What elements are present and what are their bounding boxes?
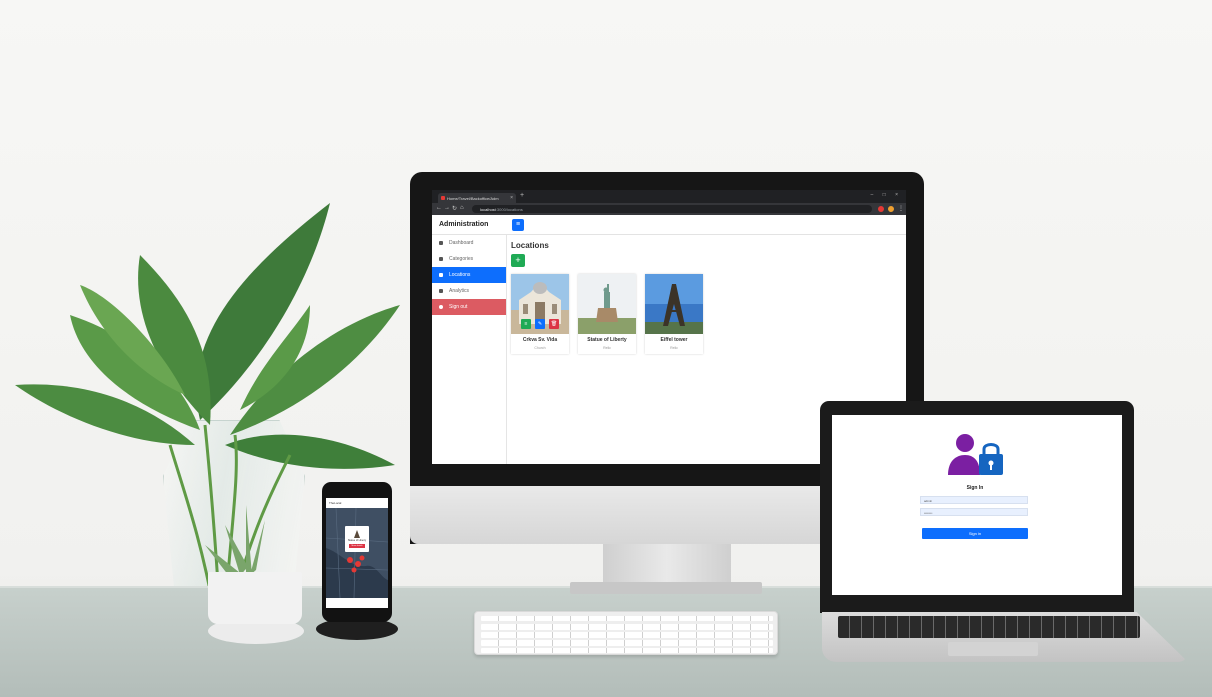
sidebar-item-categories[interactable]: Categories <box>432 251 506 267</box>
browser-tab-bar: Home/Travel/Backoffice/Adm × + – □ × <box>432 190 906 203</box>
more-details-button[interactable]: More details <box>349 544 365 548</box>
popup-title: Statue of Liberty <box>347 539 367 542</box>
back-icon[interactable]: ← <box>436 205 442 211</box>
phone-app-header: TheLocal <box>326 498 388 508</box>
browser-address-bar: ← → ↻ ⌂ localhost:3000/locations ⋮ <box>432 203 906 215</box>
sidebar-item-signout[interactable]: Sign out <box>432 299 506 315</box>
location-name: Crkva Sv. Vida <box>522 337 558 343</box>
sidebar-item-label: Locations <box>449 272 471 278</box>
tab-close-icon[interactable]: × <box>510 195 513 201</box>
phone-screen: TheLocal Statue of Liberty More details <box>326 498 388 608</box>
key-row <box>481 616 773 621</box>
map-popup[interactable]: Statue of Liberty More details <box>345 526 369 552</box>
reload-icon[interactable]: ↻ <box>452 205 457 212</box>
key-row <box>481 648 773 653</box>
location-card[interactable]: Statue of Liberty Relic <box>578 274 636 354</box>
location-category: Church <box>534 346 546 350</box>
sidebar-item-label: Analytics <box>449 288 470 294</box>
signin-button[interactable]: Sign in <box>922 528 1028 539</box>
map-icon <box>439 272 443 277</box>
location-card[interactable]: Eiffel tower Relic <box>645 274 703 354</box>
admin-topbar: Administration ≡ <box>432 215 906 235</box>
signout-icon <box>439 304 443 309</box>
add-location-button[interactable]: + <box>511 254 525 267</box>
signin-title: Sign In <box>966 485 984 491</box>
page-title: Locations <box>511 241 549 250</box>
location-name: Eiffel tower <box>660 337 688 343</box>
browser-menu-icon[interactable]: ⋮ <box>898 205 904 212</box>
key-row <box>481 632 773 638</box>
url-field[interactable]: localhost:3000/locations <box>472 205 872 213</box>
url-path: :3000/locations <box>495 207 523 212</box>
extension-icon[interactable] <box>878 206 884 212</box>
menu-toggle-button[interactable]: ≡ <box>512 219 524 231</box>
signin-card: Sign In admin •••••••• Sign in <box>916 429 1034 564</box>
location-category: Relic <box>603 346 611 350</box>
location-image <box>645 274 703 334</box>
window-controls[interactable]: – □ × <box>871 192 903 198</box>
sidebar-item-label: Sign out <box>449 304 468 310</box>
location-image <box>578 274 636 334</box>
url-host: localhost <box>480 207 496 212</box>
location-name: Statue of Liberty <box>587 337 627 343</box>
favicon-icon <box>441 196 445 200</box>
imac-stand <box>603 544 731 584</box>
sidebar-item-locations[interactable]: Locations <box>432 267 506 283</box>
sidebar-item-label: Dashboard <box>449 240 474 246</box>
plant-pot <box>208 572 302 624</box>
location-card[interactable]: ≡ ✎ 🗑 Crkva Sv. Vida Church <box>511 274 569 354</box>
laptop-trackpad <box>948 642 1038 656</box>
admin-brand: Administration <box>439 221 489 228</box>
sidebar-item-analytics[interactable]: Analytics <box>432 283 506 299</box>
key-row <box>481 624 773 630</box>
desk-scene: Home/Travel/Backoffice/Adm × + – □ × ← →… <box>0 0 1212 697</box>
laptop-keyboard <box>838 616 1140 638</box>
profile-icon[interactable] <box>888 206 894 212</box>
laptop-screen: Sign In admin •••••••• Sign in <box>832 415 1122 595</box>
new-tab-button[interactable]: + <box>520 192 524 199</box>
sidebar-item-label: Categories <box>449 256 474 262</box>
home-icon <box>439 240 443 245</box>
admin-sidebar: Dashboard Categories Locations Analytics… <box>432 235 507 464</box>
view-button[interactable]: ≡ <box>521 319 531 329</box>
browser-tab[interactable]: Home/Travel/Backoffice/Adm × <box>438 193 516 203</box>
phone-map[interactable]: Statue of Liberty More details <box>326 508 388 598</box>
username-field[interactable]: admin <box>920 496 1028 504</box>
phone-footer <box>326 598 388 608</box>
sidebar-item-dashboard[interactable]: Dashboard <box>432 235 506 251</box>
key-row <box>481 640 773 646</box>
chart-icon <box>439 288 443 293</box>
user-lock-icon <box>948 434 1003 475</box>
location-category: Relic <box>670 346 678 350</box>
forward-icon[interactable]: → <box>444 205 450 211</box>
home-icon[interactable]: ⌂ <box>460 205 464 211</box>
edit-button[interactable]: ✎ <box>535 319 545 329</box>
password-field[interactable]: •••••••• <box>920 508 1028 516</box>
tag-icon <box>439 256 443 261</box>
keyboard <box>474 611 778 655</box>
delete-button[interactable]: 🗑 <box>549 319 559 329</box>
imac-stand-foot <box>570 582 762 594</box>
tab-title: Home/Travel/Backoffice/Adm <box>447 196 499 201</box>
